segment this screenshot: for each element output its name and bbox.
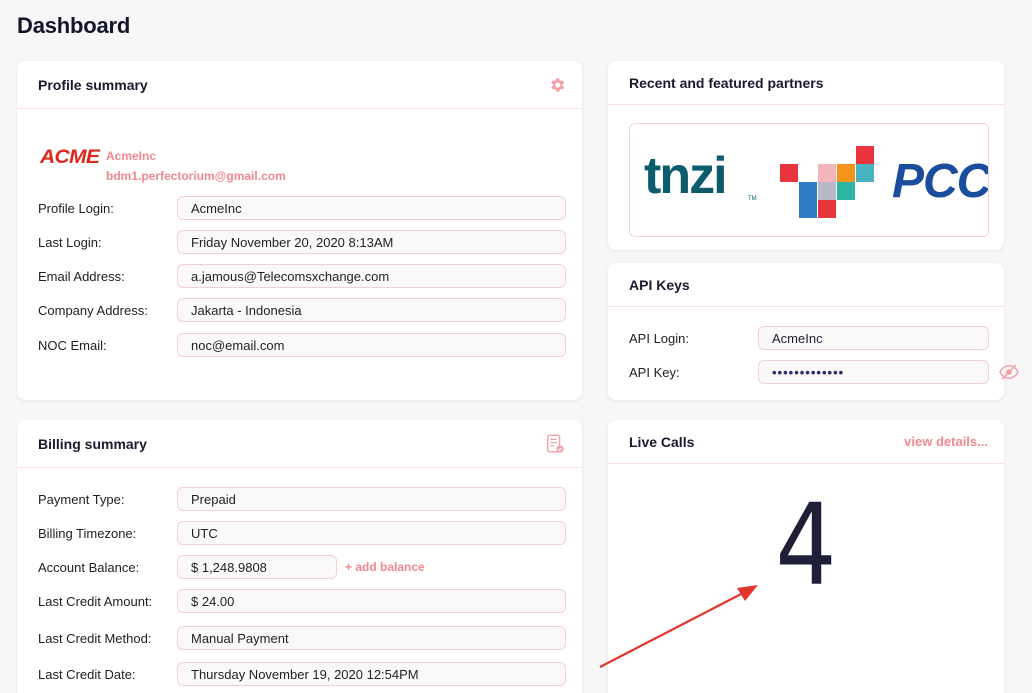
billing-summary-card: Billing summary Payment Type: Prepaid Bi… [17, 420, 582, 693]
noc-email-row: NOC Email: noc@email.com [38, 333, 566, 357]
api-login-label: API Login: [629, 330, 689, 346]
api-key-label: API Key: [629, 364, 680, 380]
profile-login-label: Profile Login: [38, 200, 114, 216]
api-login-row: API Login: AcmeInc [629, 326, 989, 350]
company-address-row: Company Address: Jakarta - Indonesia [38, 298, 566, 322]
api-key-row: API Key: ••••••••••••• [629, 360, 1020, 384]
account-balance-row: Account Balance: $ 1,248.9808 + add bala… [38, 555, 566, 579]
profile-summary-title: Profile summary [38, 76, 148, 93]
partners-card: Recent and featured partners tnzi TM PCC [608, 61, 1004, 250]
email-address-row: Email Address: a.jamous@Telecomsxchange.… [38, 264, 566, 288]
last-credit-date-row: Last Credit Date: Thursday November 19, … [38, 662, 566, 686]
account-balance-field[interactable]: $ 1,248.9808 [177, 555, 337, 579]
api-login-field[interactable]: AcmeInc [758, 326, 989, 350]
acme-logo: ACME [40, 147, 100, 168]
email-address-label: Email Address: [38, 268, 125, 284]
billing-timezone-field[interactable]: UTC [177, 521, 566, 545]
last-login-row: Last Login: Friday November 20, 2020 8:1… [38, 230, 566, 254]
partner-logo-squares[interactable] [780, 144, 875, 222]
last-credit-amount-row: Last Credit Amount: $ 24.00 [38, 589, 566, 613]
partners-title: Recent and featured partners [629, 74, 824, 91]
profile-login-row: Profile Login: AcmeInc [38, 196, 566, 220]
last-credit-amount-field[interactable]: $ 24.00 [177, 589, 566, 613]
last-login-label: Last Login: [38, 234, 102, 250]
company-email: bdm1.perfectorium@gmail.com [106, 169, 286, 183]
api-key-field[interactable]: ••••••••••••• [758, 360, 989, 384]
company-name: AcmeInc [106, 149, 157, 163]
api-key-masked: ••••••••••••• [772, 364, 845, 380]
account-balance-label: Account Balance: [38, 559, 140, 575]
billing-summary-title: Billing summary [38, 435, 147, 452]
company-address-field[interactable]: Jakarta - Indonesia [177, 298, 566, 322]
eye-slash-icon[interactable] [998, 363, 1020, 381]
billing-summary-header: Billing summary [17, 420, 582, 468]
live-calls-count: 4 [775, 481, 837, 611]
company-address-label: Company Address: [38, 302, 148, 318]
last-credit-method-label: Last Credit Method: [38, 630, 152, 646]
billing-timezone-row: Billing Timezone: UTC [38, 521, 566, 545]
add-balance-link[interactable]: + add balance [345, 560, 425, 574]
invoice-icon[interactable] [544, 433, 566, 455]
api-keys-title: API Keys [629, 276, 690, 293]
profile-summary-card: Profile summary ACME AcmeInc bdm1.perfec… [17, 61, 582, 400]
partner-logo-pcc[interactable]: PCC [892, 154, 988, 209]
page-title: Dashboard [17, 13, 131, 38]
view-details-link[interactable]: view details... [904, 434, 988, 449]
live-calls-card: Live Calls view details... 4 [608, 420, 1004, 693]
payment-type-row: Payment Type: Prepaid [38, 487, 566, 511]
last-credit-amount-label: Last Credit Amount: [38, 593, 153, 609]
last-credit-method-row: Last Credit Method: Manual Payment [38, 626, 566, 650]
billing-timezone-label: Billing Timezone: [38, 525, 137, 541]
api-keys-header: API Keys [608, 263, 1004, 307]
noc-email-label: NOC Email: [38, 337, 107, 353]
partner-logo-tnzi[interactable]: tnzi [644, 146, 728, 206]
last-login-field[interactable]: Friday November 20, 2020 8:13AM [177, 230, 566, 254]
last-credit-date-label: Last Credit Date: [38, 666, 136, 682]
live-calls-title: Live Calls [629, 433, 695, 450]
payment-type-field[interactable]: Prepaid [177, 487, 566, 511]
noc-email-field[interactable]: noc@email.com [177, 333, 566, 357]
profile-login-field[interactable]: AcmeInc [177, 196, 566, 220]
api-keys-card: API Keys API Login: AcmeInc API Key: •••… [608, 263, 1019, 400]
partners-header: Recent and featured partners [608, 61, 1004, 105]
email-address-field[interactable]: a.jamous@Telecomsxchange.com [177, 264, 566, 288]
gear-icon[interactable] [548, 76, 566, 94]
last-credit-method-field[interactable]: Manual Payment [177, 626, 566, 650]
payment-type-label: Payment Type: [38, 491, 125, 507]
live-calls-header: Live Calls view details... [608, 420, 1004, 464]
profile-summary-header: Profile summary [17, 61, 582, 109]
last-credit-date-field[interactable]: Thursday November 19, 2020 12:54PM [177, 662, 566, 686]
partners-carousel[interactable]: tnzi TM PCC [629, 123, 989, 237]
tnzi-trademark: TM [748, 196, 757, 202]
